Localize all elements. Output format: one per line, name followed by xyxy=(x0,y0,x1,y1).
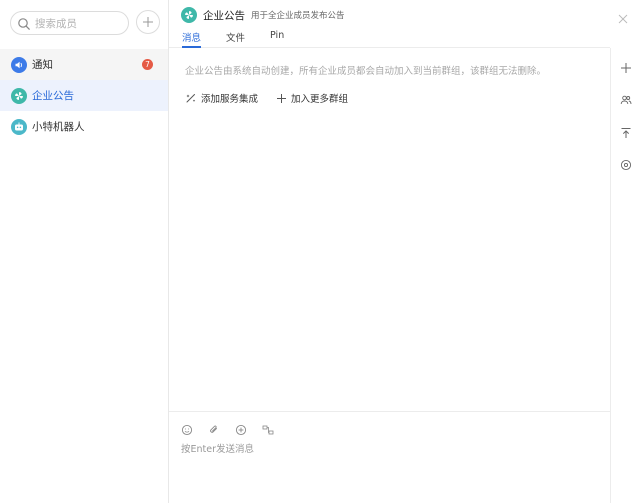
system-notice: 企业公告由系统自动创建，所有企业成员都会自动加入到当前群组，该群组无法删除。 xyxy=(185,66,547,77)
pin-top-icon[interactable] xyxy=(620,124,632,138)
close-button[interactable] xyxy=(618,9,628,24)
add-circle-icon[interactable] xyxy=(235,421,247,436)
join-groups-button[interactable]: 加入更多群组 xyxy=(276,91,348,105)
sidebar-item-notifications[interactable]: 通知 7 xyxy=(0,49,168,80)
sidebar-item-label: 企业公告 xyxy=(32,90,74,102)
tab-messages[interactable]: 消息 xyxy=(182,30,202,48)
settings-icon[interactable] xyxy=(620,156,632,171)
unread-badge: 7 xyxy=(142,59,153,70)
tab-files[interactable]: 文件 xyxy=(226,30,245,48)
app-window: 通知 7 企业公告 小特机器人 企业公 xyxy=(0,0,640,503)
channel-title: 企业公告 xyxy=(203,9,245,22)
search-icon xyxy=(17,16,31,30)
sidebar-item-label: 通知 xyxy=(32,59,53,71)
channel-actions: 添加服务集成 加入更多群组 xyxy=(185,91,366,105)
search-input[interactable] xyxy=(35,15,125,32)
channel-description: 用于全企业成员发布公告 xyxy=(251,11,345,21)
search-row xyxy=(10,10,160,36)
tab-pin[interactable]: Pin xyxy=(270,30,284,48)
add-member-button[interactable] xyxy=(136,10,160,34)
message-composer xyxy=(169,411,610,503)
sidebar-item-label: 小特机器人 xyxy=(32,121,85,133)
add-integration-label: 添加服务集成 xyxy=(201,94,259,105)
robot-icon xyxy=(11,118,27,135)
title-row: 企业公告 用于全企业成员发布公告 xyxy=(181,7,345,23)
integration-icon xyxy=(186,94,196,103)
right-rail xyxy=(610,48,640,503)
channel-list: 通知 7 企业公告 小特机器人 xyxy=(0,49,168,142)
composer-toolbar xyxy=(181,421,289,436)
attachment-icon[interactable] xyxy=(208,421,220,433)
close-icon xyxy=(618,14,628,24)
channel-tabs: 消息 文件 Pin xyxy=(182,30,309,48)
add-integration-button[interactable]: 添加服务集成 xyxy=(185,91,258,105)
add-icon[interactable] xyxy=(620,59,632,73)
sidebar-item-robot[interactable]: 小特机器人 xyxy=(0,111,168,142)
emoji-icon[interactable] xyxy=(181,421,193,436)
channel-header: 企业公告 用于全企业成员发布公告 消息 文件 Pin xyxy=(169,0,610,48)
channel-main: 企业公告 用于全企业成员发布公告 消息 文件 Pin 企业公告由系统自动创建，所… xyxy=(169,0,610,503)
plus-icon xyxy=(277,93,287,103)
message-input[interactable] xyxy=(181,440,601,458)
workflow-icon[interactable] xyxy=(262,421,274,435)
join-groups-label: 加入更多群组 xyxy=(291,94,349,105)
pinwheel-icon xyxy=(181,7,197,23)
search-box[interactable] xyxy=(10,11,129,35)
sidebar-item-announcements[interactable]: 企业公告 xyxy=(0,80,168,111)
sidebar: 通知 7 企业公告 小特机器人 xyxy=(0,0,169,503)
plus-icon xyxy=(143,17,153,27)
pinwheel-icon xyxy=(11,87,27,104)
members-icon[interactable] xyxy=(620,91,632,105)
speaker-icon xyxy=(11,56,27,73)
